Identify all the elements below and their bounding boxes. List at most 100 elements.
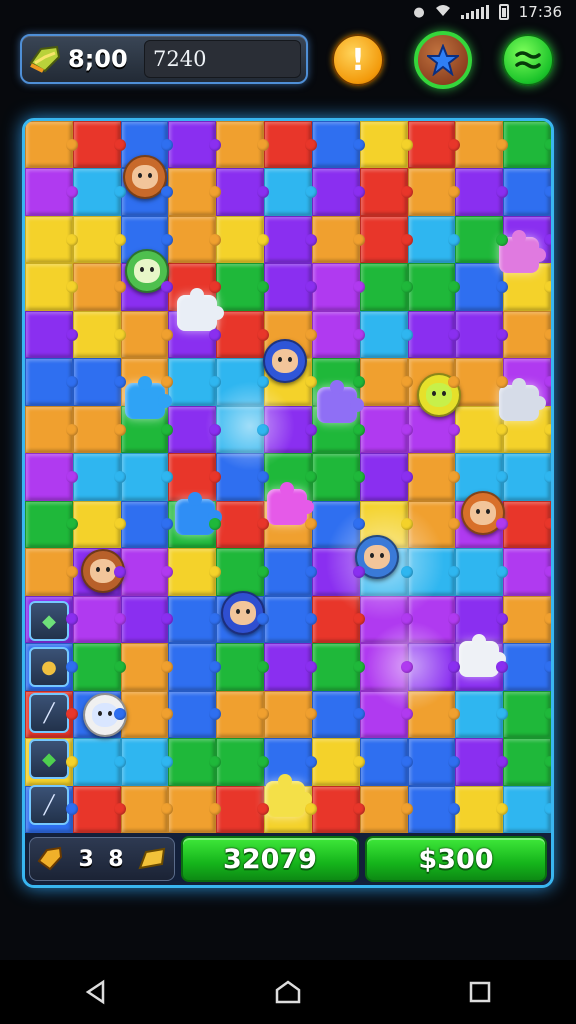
puzzle-piece[interactable]: [359, 121, 413, 169]
tool-slot[interactable]: ◆: [29, 601, 69, 641]
floating-piece[interactable]: [125, 376, 172, 419]
puzzle-piece[interactable]: [455, 690, 508, 739]
puzzle-piece[interactable]: [503, 643, 551, 691]
wallet-panel[interactable]: 8;00 7240: [20, 34, 308, 84]
puzzle-piece[interactable]: [72, 500, 126, 549]
tool-slot[interactable]: ◆: [29, 739, 69, 779]
menu-button[interactable]: [502, 34, 554, 86]
puzzle-piece[interactable]: [216, 215, 269, 264]
puzzle-piece[interactable]: [359, 358, 413, 406]
floating-piece[interactable]: [317, 380, 364, 423]
puzzle-piece[interactable]: [503, 500, 551, 549]
puzzle-piece[interactable]: [407, 310, 461, 359]
puzzle-piece[interactable]: [216, 168, 269, 216]
puzzle-piece[interactable]: [120, 690, 174, 739]
puzzle-piece[interactable]: [216, 453, 269, 501]
puzzle-piece[interactable]: [25, 168, 78, 216]
puzzle-piece[interactable]: [216, 785, 269, 833]
puzzle-piece[interactable]: [264, 643, 317, 691]
puzzle-piece[interactable]: [216, 121, 269, 169]
puzzle-piece[interactable]: [503, 121, 551, 169]
puzzle-piece[interactable]: [311, 500, 365, 549]
puzzle-piece[interactable]: [407, 121, 461, 169]
puzzle-piece[interactable]: [72, 595, 126, 644]
puzzle-piece[interactable]: [168, 595, 222, 644]
puzzle-piece[interactable]: [216, 500, 269, 549]
floating-piece[interactable]: [499, 378, 546, 421]
puzzle-piece[interactable]: [455, 121, 508, 169]
puzzle-piece[interactable]: [503, 310, 551, 359]
star-button[interactable]: [414, 31, 472, 89]
puzzle-piece[interactable]: [407, 548, 461, 596]
puzzle-piece[interactable]: [311, 453, 365, 501]
puzzle-piece[interactable]: [455, 785, 508, 833]
puzzle-piece[interactable]: [311, 548, 365, 596]
floating-piece[interactable]: [175, 492, 222, 535]
puzzle-piece[interactable]: [216, 310, 269, 359]
puzzle-piece[interactable]: [407, 785, 461, 833]
puzzle-piece[interactable]: [455, 738, 508, 786]
puzzle-piece[interactable]: [72, 263, 126, 311]
puzzle-piece[interactable]: [25, 453, 78, 501]
puzzle-piece[interactable]: [72, 121, 126, 169]
puzzle-piece[interactable]: [359, 643, 413, 691]
puzzle-piece[interactable]: [168, 643, 222, 691]
puzzle-piece[interactable]: [407, 453, 461, 501]
puzzle-piece[interactable]: [216, 548, 269, 596]
puzzle-piece[interactable]: [168, 121, 222, 169]
puzzle-piece[interactable]: [72, 643, 126, 691]
puzzle-piece[interactable]: [407, 738, 461, 786]
puzzle-piece[interactable]: [72, 738, 126, 786]
puzzle-piece[interactable]: [311, 738, 365, 786]
puzzle-piece[interactable]: [168, 738, 222, 786]
puzzle-piece[interactable]: [120, 310, 174, 359]
puzzle-piece[interactable]: [264, 168, 317, 216]
puzzle-piece[interactable]: [72, 453, 126, 501]
puzzle-piece[interactable]: [359, 310, 413, 359]
puzzle-piece[interactable]: [311, 643, 365, 691]
puzzle-piece[interactable]: [503, 738, 551, 786]
puzzle-piece[interactable]: [455, 548, 508, 596]
puzzle-piece[interactable]: [25, 405, 78, 454]
puzzle-piece[interactable]: [25, 215, 78, 264]
back-button[interactable]: [66, 967, 126, 1017]
puzzle-piece[interactable]: [503, 785, 551, 833]
puzzle-piece[interactable]: [359, 215, 413, 264]
puzzle-piece[interactable]: [72, 358, 126, 406]
puzzle-piece[interactable]: [25, 548, 78, 596]
puzzle-piece[interactable]: [455, 168, 508, 216]
puzzle-piece[interactable]: [72, 405, 126, 454]
puzzle-piece[interactable]: [503, 690, 551, 739]
home-button[interactable]: [258, 967, 318, 1017]
puzzle-piece[interactable]: [264, 595, 317, 644]
girl-character[interactable]: [123, 155, 167, 199]
puzzle-piece[interactable]: [455, 310, 508, 359]
puzzle-piece[interactable]: [216, 358, 269, 406]
puzzle-piece[interactable]: [264, 215, 317, 264]
puzzle-piece[interactable]: [264, 121, 317, 169]
puzzle-piece[interactable]: [25, 310, 78, 359]
floating-piece[interactable]: [265, 774, 312, 817]
puzzle-piece[interactable]: [168, 548, 222, 596]
puzzle-piece[interactable]: [120, 643, 174, 691]
puzzle-piece[interactable]: [120, 453, 174, 501]
puzzle-piece[interactable]: [168, 215, 222, 264]
puzzle-piece[interactable]: [72, 310, 126, 359]
puzzle-piece[interactable]: [264, 690, 317, 739]
puzzle-piece[interactable]: [120, 500, 174, 549]
puzzle-piece[interactable]: [407, 215, 461, 264]
puzzle-piece[interactable]: [168, 358, 222, 406]
puzzle-piece[interactable]: [264, 548, 317, 596]
puzzle-piece[interactable]: [359, 263, 413, 311]
puzzle-piece[interactable]: [216, 405, 269, 454]
puzzle-piece[interactable]: [407, 595, 461, 644]
puzzle-piece[interactable]: [264, 405, 317, 454]
puzzle-piece[interactable]: [120, 785, 174, 833]
puzzle-piece[interactable]: [359, 738, 413, 786]
puzzle-piece[interactable]: [311, 263, 365, 311]
puzzle-piece[interactable]: [359, 785, 413, 833]
puzzle-piece[interactable]: [72, 215, 126, 264]
puzzle-piece[interactable]: [311, 215, 365, 264]
coins-panel[interactable]: $300: [365, 836, 547, 882]
wizard-character[interactable]: [221, 591, 265, 635]
